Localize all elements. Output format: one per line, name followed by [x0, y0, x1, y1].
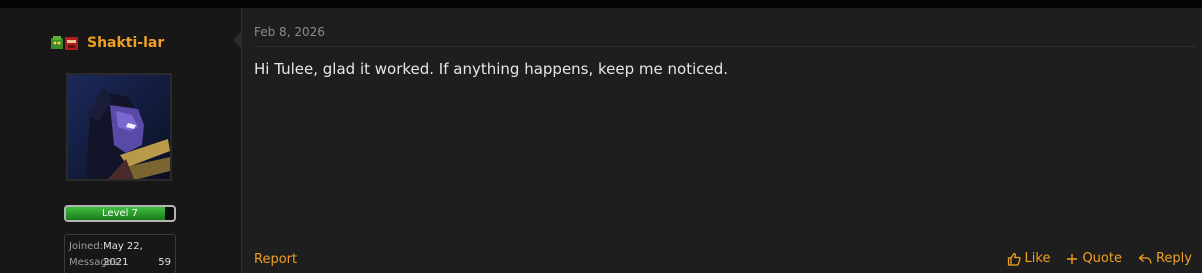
messages-label: Messages:	[69, 257, 122, 268]
post-pointer-arrow	[233, 32, 241, 48]
quote-label: Quote	[1082, 251, 1122, 266]
messages-value[interactable]: 59	[158, 255, 171, 271]
user-info-box: Joined: May 22, 2021 Messages: 59	[64, 234, 176, 273]
reply-icon	[1138, 253, 1152, 265]
post-message-body: Hi Tulee, glad it worked. If anything ha…	[254, 60, 729, 78]
rank-emblem-icon	[49, 33, 81, 53]
avatar[interactable]	[66, 73, 172, 181]
top-border	[0, 0, 1202, 8]
post-actions: Like Quote Reply	[1007, 251, 1192, 266]
like-label: Like	[1024, 251, 1051, 266]
joined-value: May 22, 2021	[103, 241, 143, 268]
username-row: Shakti-lar	[49, 32, 164, 54]
like-icon	[1007, 252, 1021, 266]
post-date-link[interactable]: Feb 8, 2026	[254, 25, 325, 39]
joined-row: Joined: May 22, 2021	[69, 239, 171, 268]
joined-label: Joined:	[69, 241, 104, 252]
reply-label: Reply	[1155, 251, 1192, 266]
report-link[interactable]: Report	[254, 252, 297, 267]
quote-button[interactable]: Quote	[1066, 251, 1122, 266]
post-divider	[254, 46, 1196, 47]
post-main: Feb 8, 2026 Hi Tulee, glad it worked. If…	[241, 8, 1202, 273]
level-progress-bar: Level 7	[64, 205, 176, 222]
quote-icon	[1066, 253, 1078, 265]
level-label: Level 7	[102, 208, 138, 219]
like-button[interactable]: Like	[1007, 251, 1051, 266]
user-sidebar: Shakti-lar Level 7 Joined: May 22, 2021 …	[0, 8, 241, 273]
username-link[interactable]: Shakti-lar	[87, 35, 164, 51]
messages-row: Messages: 59	[69, 255, 171, 271]
reply-button[interactable]: Reply	[1138, 251, 1192, 266]
